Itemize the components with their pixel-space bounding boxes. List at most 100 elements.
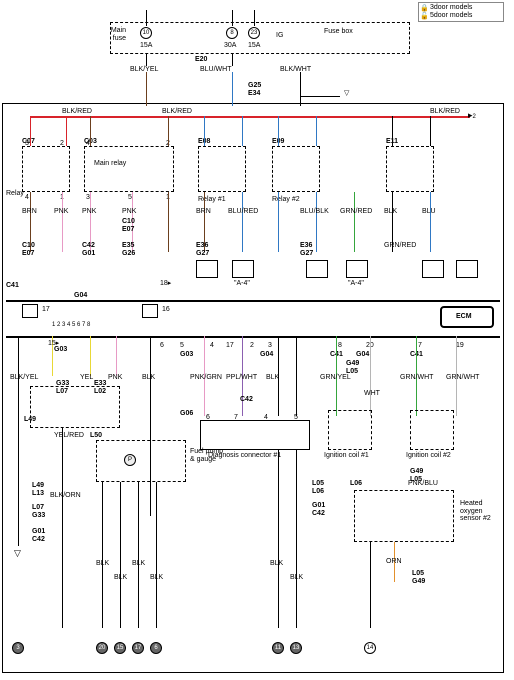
fuse-row bbox=[110, 22, 410, 54]
wire bbox=[204, 192, 205, 252]
gnd-pin-open: 14 bbox=[364, 642, 376, 654]
fuse-10: 10 bbox=[140, 27, 152, 39]
ground-icon: ▽ bbox=[14, 548, 21, 559]
wire bbox=[316, 192, 317, 252]
wire bbox=[242, 116, 243, 146]
wire bbox=[132, 192, 133, 252]
wire bbox=[62, 428, 63, 628]
meta-box bbox=[418, 2, 504, 22]
wire bbox=[62, 192, 63, 252]
wire bbox=[116, 336, 117, 376]
wire bbox=[394, 542, 395, 582]
pump-icon: P bbox=[124, 454, 136, 466]
wire bbox=[392, 192, 393, 252]
ref-g25-e34: G25 E34 bbox=[248, 82, 261, 97]
gnd-pin: 15 bbox=[114, 642, 126, 654]
wire bbox=[30, 192, 31, 252]
col-blk-wht-1: BLK/WHT bbox=[280, 66, 311, 74]
relay-e08 bbox=[198, 146, 246, 192]
wire bbox=[254, 10, 255, 26]
relay-c07 bbox=[22, 146, 70, 192]
wire bbox=[278, 336, 279, 416]
relay-c03 bbox=[84, 146, 174, 192]
fuse-23: 23 bbox=[248, 27, 260, 39]
fuse-8: 8 bbox=[226, 27, 238, 39]
wire bbox=[416, 336, 417, 416]
wire bbox=[392, 116, 393, 146]
wire bbox=[90, 192, 91, 252]
fan1 bbox=[196, 260, 218, 278]
wire bbox=[168, 192, 169, 252]
wire bbox=[300, 72, 301, 106]
wire bbox=[232, 10, 233, 26]
wire bbox=[370, 542, 371, 628]
wire bbox=[18, 336, 19, 546]
wire bbox=[300, 96, 340, 97]
gnd-pin: 13 bbox=[290, 642, 302, 654]
oxy-box bbox=[354, 490, 454, 542]
wire bbox=[204, 116, 205, 146]
unlock-icon: 🔓 bbox=[420, 12, 429, 20]
wire bbox=[102, 482, 103, 628]
wire bbox=[430, 192, 431, 252]
fan6 bbox=[456, 260, 478, 278]
fan5 bbox=[422, 260, 444, 278]
ref-e20: E20 bbox=[195, 56, 207, 64]
icon-box bbox=[22, 304, 38, 318]
fan2 bbox=[232, 260, 254, 278]
wire bbox=[66, 116, 67, 146]
fan3 bbox=[306, 260, 328, 278]
fan4 bbox=[346, 260, 368, 278]
wire bbox=[150, 336, 151, 516]
wire bbox=[168, 116, 169, 146]
gnd-pin: 6 bbox=[150, 642, 162, 654]
wire bbox=[30, 116, 31, 146]
gnd-pin: 11 bbox=[272, 642, 284, 654]
col-blk-yel-1: BLK/YEL bbox=[130, 66, 158, 74]
relay-e09 bbox=[272, 146, 320, 192]
wire bbox=[278, 192, 279, 252]
wire bbox=[336, 336, 337, 416]
wire bbox=[156, 482, 157, 628]
page-arrow-icon: ▸2 bbox=[468, 110, 476, 121]
wire bbox=[354, 192, 355, 252]
wire bbox=[232, 54, 233, 66]
wire bbox=[430, 116, 431, 146]
gnd-pin: 17 bbox=[132, 642, 144, 654]
wire bbox=[278, 116, 279, 146]
bus-top-ecm bbox=[6, 300, 500, 302]
fuel-pump-box bbox=[96, 440, 186, 482]
ecm-box bbox=[440, 306, 494, 328]
gnd-arrow-icon: ▽ bbox=[344, 90, 349, 98]
wire bbox=[146, 10, 147, 26]
lock-icon: 🔒 bbox=[420, 4, 429, 12]
wire bbox=[278, 450, 279, 628]
bus-bot-ecm bbox=[6, 336, 500, 338]
wire bbox=[370, 336, 371, 416]
wire bbox=[138, 482, 139, 628]
wire bbox=[242, 336, 243, 416]
wire bbox=[90, 116, 91, 146]
wire bbox=[204, 336, 205, 416]
wire bbox=[146, 54, 147, 66]
relay-e11 bbox=[386, 146, 434, 192]
wire bbox=[456, 336, 457, 416]
wire bbox=[90, 336, 91, 376]
wire bbox=[232, 72, 233, 106]
diag-box bbox=[200, 420, 310, 450]
ign1-box bbox=[328, 410, 372, 450]
wire bbox=[316, 116, 317, 146]
col-blu-wht-1: BLU/WHT bbox=[200, 66, 232, 74]
wire bbox=[242, 192, 243, 252]
wire bbox=[146, 72, 147, 106]
ign2-box bbox=[410, 410, 454, 450]
dash-cluster bbox=[30, 386, 120, 428]
gnd-pin: 3 bbox=[12, 642, 24, 654]
icon-box bbox=[142, 304, 158, 318]
wire bbox=[120, 482, 121, 628]
wire bbox=[296, 336, 297, 416]
wire bbox=[296, 450, 297, 628]
bus-red bbox=[30, 116, 470, 118]
gnd-pin: 20 bbox=[96, 642, 108, 654]
wire bbox=[52, 336, 53, 376]
